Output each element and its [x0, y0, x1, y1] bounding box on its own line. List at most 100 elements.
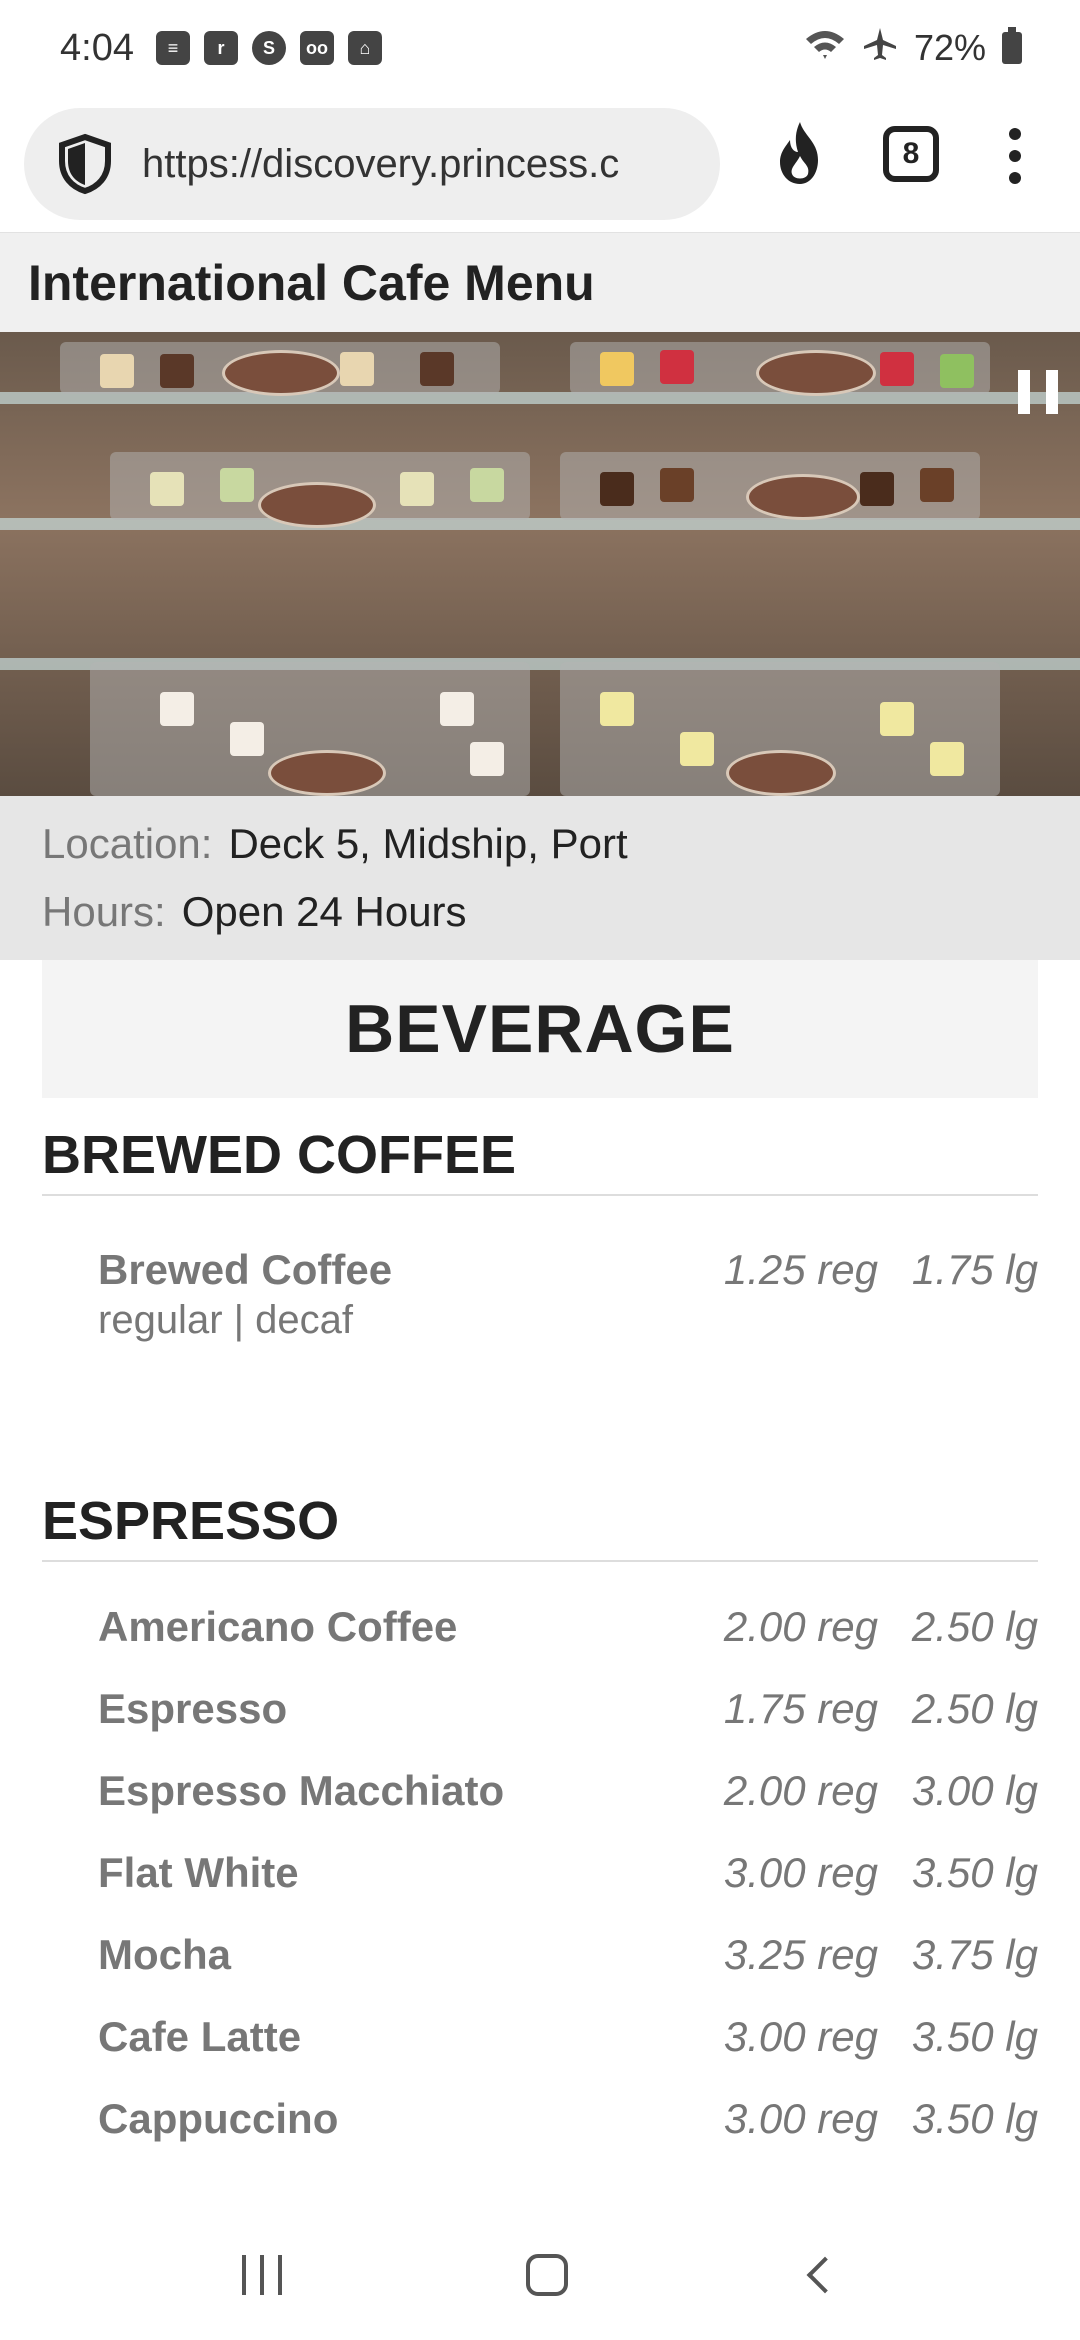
item-name: Cappuccino	[98, 2095, 339, 2142]
menu-group-brewed-coffee: BREWED COFFEE Brewed Coffee regular | de…	[42, 1098, 1038, 1396]
price-lg: 3.50 lg	[911, 2013, 1038, 2060]
menu-items: Americano Coffee 2.00 reg 2.50 lg Espres…	[42, 1586, 1038, 2160]
location-label: Location:	[42, 820, 213, 867]
item-name: Flat White	[98, 1849, 299, 1896]
item-prices: 2.00 reg 2.50 lg	[718, 1603, 1038, 1651]
pastry	[160, 692, 194, 726]
price-lg: 2.50 lg	[911, 1685, 1038, 1732]
status-right: 72%	[804, 26, 1022, 71]
price-lg: 1.75 lg	[911, 1246, 1038, 1293]
item-prices: 1.25 reg 1.75 lg	[718, 1246, 1038, 1294]
placard	[268, 750, 386, 796]
section-title: BEVERAGE	[345, 991, 735, 1067]
tabs-button[interactable]: 8	[883, 126, 939, 182]
battery-percent: 72%	[913, 27, 986, 68]
price-reg: 3.00 reg	[723, 2013, 878, 2060]
home-icon: ⌂	[347, 31, 382, 65]
pastry	[860, 472, 894, 506]
price-reg: 1.75 reg	[723, 1685, 878, 1732]
item-name: Espresso Macchiato	[98, 1767, 505, 1814]
pastry	[880, 702, 914, 736]
item-name: Cafe Latte	[98, 2013, 302, 2060]
pause-icon[interactable]	[1018, 370, 1058, 414]
wifi-icon	[804, 27, 846, 70]
shield-icon[interactable]	[54, 133, 116, 195]
item-prices: 1.75 reg 2.50 lg	[718, 1685, 1038, 1733]
pastry	[680, 732, 714, 766]
item-prices: 3.25 reg 3.75 lg	[718, 1931, 1038, 1979]
pastry	[230, 722, 264, 756]
item-prices: 2.00 reg 3.00 lg	[718, 1767, 1038, 1815]
placard	[258, 482, 376, 528]
browser-toolbar: https://discovery.princess.c 8	[0, 96, 1080, 232]
hours-label: Hours:	[42, 888, 166, 935]
location-hours-box: Location: Deck 5, Midship, Port Hours: O…	[0, 796, 1080, 960]
home-button-icon[interactable]	[526, 2254, 568, 2296]
price-reg: 1.25 reg	[723, 1246, 878, 1293]
location-value: Deck 5, Midship, Port	[228, 820, 628, 867]
item-prices: 3.00 reg 3.50 lg	[718, 2095, 1038, 2143]
pastry	[400, 472, 434, 506]
hero-image-pastry-display	[0, 332, 1080, 796]
menu-item: Brewed Coffee regular | decaf 1.25 reg 1…	[42, 1246, 1038, 1396]
recent-apps-icon[interactable]	[242, 2255, 282, 2295]
address-bar[interactable]: https://discovery.princess.c	[24, 108, 720, 220]
menu-icon[interactable]	[1008, 128, 1022, 184]
pastry	[160, 354, 194, 388]
item-name: Espresso	[98, 1685, 288, 1732]
pastry	[470, 468, 504, 502]
pastry	[600, 472, 634, 506]
location-row: Location: Deck 5, Midship, Port	[42, 810, 1038, 878]
message-icon: ≡	[155, 31, 190, 65]
pastry	[880, 352, 914, 386]
app-icon: S	[251, 31, 286, 65]
group-title: ESPRESSO	[42, 1464, 1038, 1562]
pastry	[660, 350, 694, 384]
item-desc: regular | decaf	[98, 1298, 353, 1342]
menu-item: Espresso Macchiato 2.00 reg 3.00 lg	[42, 1750, 1038, 1832]
item-name: Americano Coffee	[98, 1603, 458, 1650]
price-lg: 3.00 lg	[911, 1767, 1038, 1814]
page-title: International Cafe Menu	[28, 254, 595, 311]
system-nav-bar	[0, 2210, 1080, 2340]
placard	[222, 350, 340, 396]
menu-item: Cafe Latte 3.00 reg 3.50 lg	[42, 1996, 1038, 2078]
ring-icon: r	[203, 31, 238, 65]
placard	[756, 350, 876, 396]
page-title-bar: International Cafe Menu	[0, 232, 1080, 332]
pastry	[220, 468, 254, 502]
pastry	[600, 352, 634, 386]
item-prices: 3.00 reg 3.50 lg	[718, 1849, 1038, 1897]
price-reg: 3.25 reg	[723, 1931, 878, 1978]
hours-value: Open 24 Hours	[181, 888, 467, 935]
menu-group-espresso: ESPRESSO Americano Coffee 2.00 reg 2.50 …	[42, 1464, 1038, 2160]
status-bar: 4:04 ≡ r S oo ⌂ 72%	[0, 0, 1080, 96]
pastry	[150, 472, 184, 506]
price-lg: 3.50 lg	[911, 1849, 1038, 1896]
url-text[interactable]: https://discovery.princess.c	[142, 142, 619, 187]
section-header: BEVERAGE	[42, 960, 1038, 1098]
pastry	[660, 468, 694, 502]
back-icon[interactable]	[806, 2256, 844, 2294]
item-prices: 3.00 reg 3.50 lg	[718, 2013, 1038, 2061]
voicemail-icon: oo	[299, 31, 334, 65]
item-name: Brewed Coffee	[98, 1246, 393, 1293]
hours-row: Hours: Open 24 Hours	[42, 878, 1038, 946]
menu-item: Mocha 3.25 reg 3.75 lg	[42, 1914, 1038, 1996]
page-content: International Cafe Menu Location: Deck 5…	[0, 232, 1080, 2160]
price-reg: 2.00 reg	[723, 1767, 878, 1814]
pastry	[340, 352, 374, 386]
pastry	[100, 354, 134, 388]
group-title: BREWED COFFEE	[42, 1098, 1038, 1196]
price-lg: 3.75 lg	[911, 1931, 1038, 1978]
price-reg: 2.00 reg	[723, 1603, 878, 1650]
menu-item: Cappuccino 3.00 reg 3.50 lg	[42, 2078, 1038, 2160]
fire-icon[interactable]	[772, 120, 828, 186]
item-text: Brewed Coffee regular | decaf	[98, 1246, 718, 1343]
battery-icon	[1002, 27, 1022, 64]
menu-item: Americano Coffee 2.00 reg 2.50 lg	[42, 1586, 1038, 1668]
placard	[746, 474, 860, 520]
pastry	[600, 692, 634, 726]
menu-item: Espresso 1.75 reg 2.50 lg	[42, 1668, 1038, 1750]
pastry	[420, 352, 454, 386]
